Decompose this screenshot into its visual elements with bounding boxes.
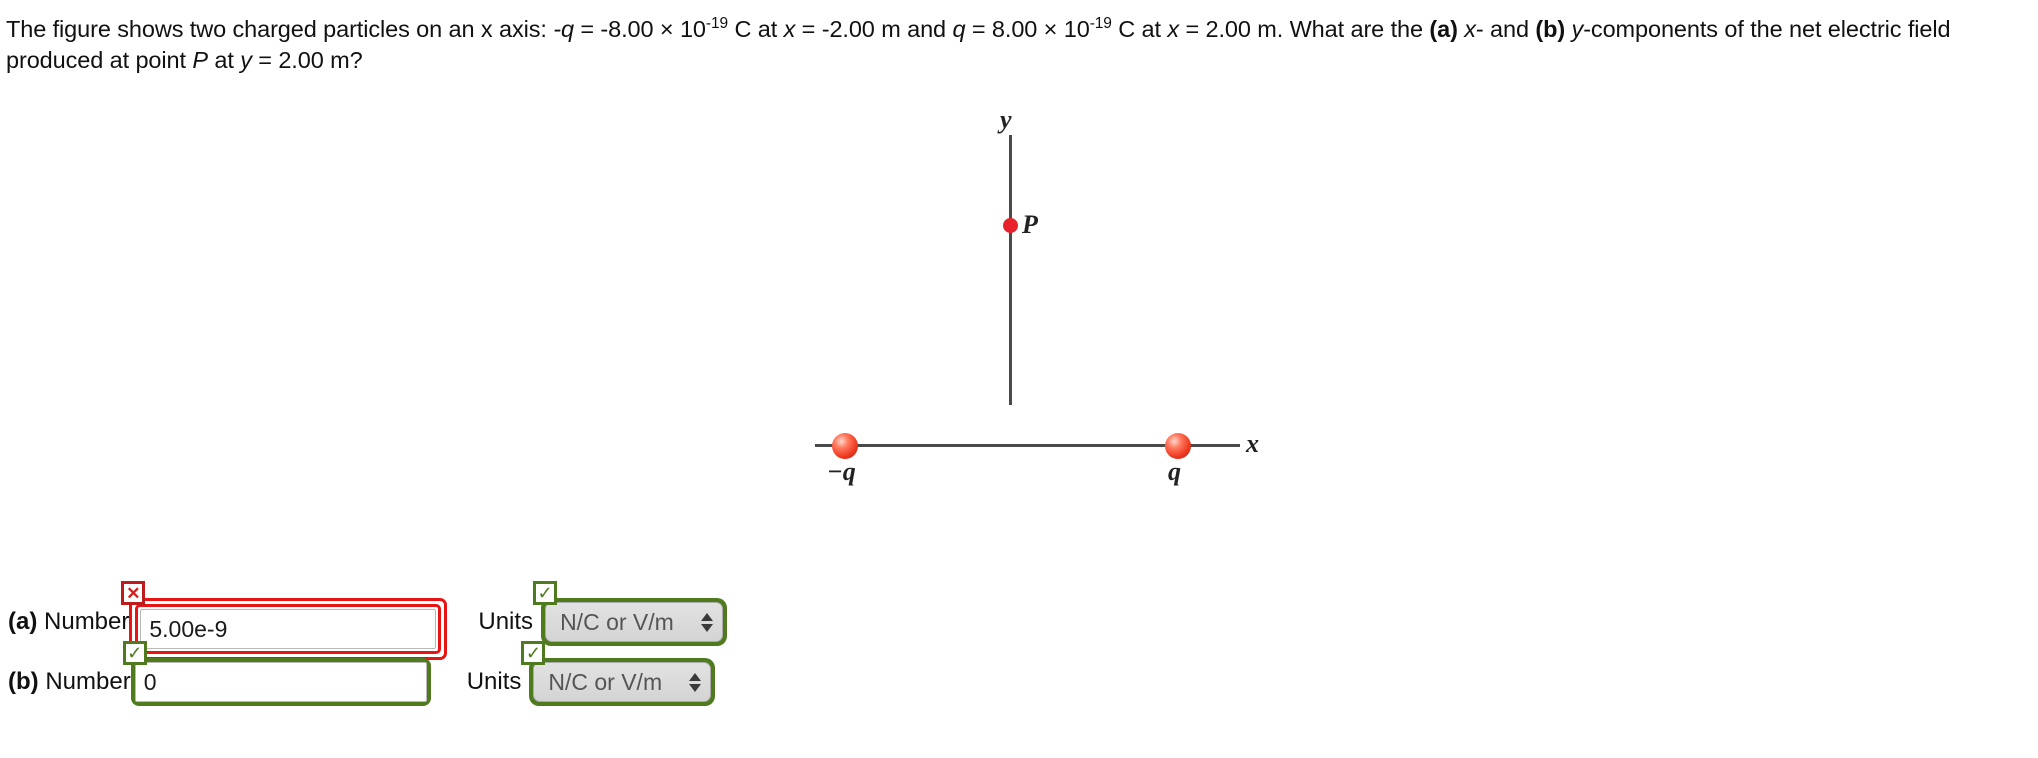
problem-tail3: = 2.00 m? (251, 47, 363, 73)
number-input-a[interactable] (140, 609, 437, 649)
part-b-tag: (b) (1535, 16, 1566, 42)
negative-charge-particle-icon (832, 433, 858, 459)
units-select-b-value: N/C or V/m (548, 668, 663, 695)
exponent-1: -19 (705, 15, 729, 33)
number-input-b[interactable] (134, 662, 427, 702)
number-field-b-shell (130, 658, 431, 706)
number-field-a-group: ✕ (121, 581, 448, 660)
status-badge-correct-units-a: ✓ (533, 581, 558, 605)
stepper-updown-icon[interactable] (701, 612, 714, 632)
units-select-a-value: N/C or V/m (560, 608, 674, 635)
part-a-number-label: Number (37, 608, 130, 635)
units-select-b-group: ✓ N/C or V/m (521, 641, 716, 706)
units-label-b: Units (466, 668, 522, 695)
exponent-2: -19 (1089, 15, 1112, 33)
answer-row-a: (a) Number ✕ Units ✓ N/C or V/m (8, 581, 728, 660)
status-badge-incorrect-number-a: ✕ (121, 581, 146, 605)
answer-row-a-label: (a) Number (8, 598, 129, 637)
x-axis-label: x (1246, 429, 1259, 458)
point-p-marker-icon (1003, 218, 1018, 233)
units-select-b-shell: N/C or V/m (529, 658, 716, 706)
units-select-a-group: ✓ N/C or V/m (533, 581, 728, 646)
problem-eq2-pre: = 8.00 × 10 (965, 16, 1090, 42)
units-select-b[interactable]: N/C or V/m (533, 662, 712, 702)
answer-row-b-label: (b) Number (8, 658, 131, 697)
x-symbol-2: x (1167, 16, 1180, 42)
part-a-axis: x (1464, 16, 1476, 42)
point-p-label: P (1022, 210, 1038, 239)
y-axis-label: y (1000, 105, 1012, 134)
charge-positive-symbol: q (952, 16, 966, 42)
number-field-a-shell (129, 598, 448, 660)
units-select-a-shell: N/C or V/m (541, 598, 728, 646)
part-b-row-tag: (b) (8, 668, 39, 695)
part-a-tag: (a) (1429, 16, 1458, 42)
problem-statement: The figure shows two charged particles o… (6, 14, 2034, 76)
answer-row-b: (b) Number ✓ Units ✓ N/C or V/m (8, 641, 716, 718)
part-b-number-label: Number (38, 668, 131, 695)
part-b-axis: y (1571, 16, 1584, 42)
x-value-1: = -2.00 m and (795, 16, 953, 42)
problem-eq1-post: C at (728, 16, 784, 42)
units-label-a: Units (478, 608, 534, 635)
part-a-row-tag: (a) (8, 608, 38, 635)
number-field-a-inner-ring (135, 604, 442, 654)
problem-text-lead: The figure shows two charged particles o… (6, 16, 554, 42)
status-badge-correct-number-b: ✓ (122, 641, 147, 665)
number-field-b-group: ✓ (122, 641, 431, 706)
y-axis-line (1009, 135, 1012, 405)
charge-negative-symbol: -q (553, 16, 574, 42)
y-symbol: y (240, 47, 252, 73)
x-symbol-1: x (783, 16, 796, 42)
x-value-2: = 2.00 m. What are the (1179, 16, 1430, 42)
problem-tail2: at (207, 47, 241, 73)
negative-charge-label: −q (827, 457, 856, 486)
point-p-symbol: P (192, 47, 208, 73)
positive-charge-label: q (1168, 457, 1181, 486)
problem-eq2-post: C at (1111, 16, 1168, 42)
units-select-a[interactable]: N/C or V/m (545, 602, 724, 642)
problem-mid-text: - and (1475, 16, 1536, 42)
positive-charge-particle-icon (1165, 433, 1191, 459)
physics-diagram: y x P −q q (800, 100, 1270, 520)
stepper-updown-icon[interactable] (689, 672, 702, 692)
status-badge-correct-units-b: ✓ (521, 641, 546, 665)
problem-eq1-pre: = -8.00 × 10 (573, 16, 706, 42)
